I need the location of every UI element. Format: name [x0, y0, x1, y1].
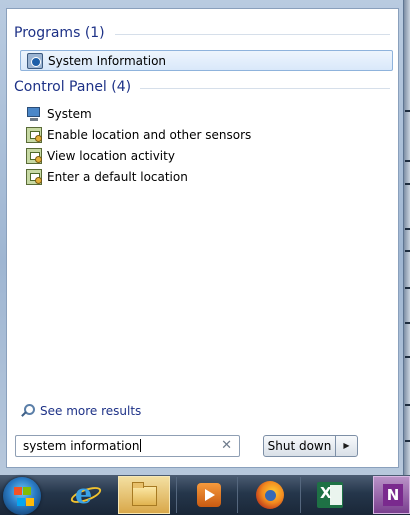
taskbar-separator: [176, 477, 177, 513]
clear-search-icon[interactable]: ✕: [221, 438, 232, 453]
taskbar-separator: [237, 477, 238, 513]
desktop-edge-mark: [405, 322, 410, 324]
excel-icon[interactable]: X: [317, 482, 343, 508]
internet-explorer-icon[interactable]: e: [68, 479, 104, 510]
control-panel-divider: [140, 88, 390, 89]
location-sensors-icon: [26, 126, 42, 143]
location-sensors-icon: [26, 168, 42, 185]
search-input[interactable]: system information ✕: [15, 435, 240, 457]
taskbar: e X N: [0, 475, 410, 515]
see-more-results-link[interactable]: See more results: [20, 404, 141, 418]
desktop-edge-mark: [405, 356, 410, 358]
programs-header[interactable]: Programs (1): [14, 25, 105, 41]
result-system-information[interactable]: System Information: [20, 50, 393, 71]
result-label: System: [47, 106, 92, 121]
desktop-edge-mark: [405, 287, 410, 289]
desktop-edge-mark: [405, 110, 410, 112]
result-system[interactable]: System: [20, 103, 393, 124]
desktop-edge-mark: [405, 183, 410, 185]
result-label: View location activity: [47, 148, 175, 163]
onenote-icon[interactable]: N: [373, 476, 410, 514]
taskbar-separator: [300, 477, 301, 513]
desktop-edge-mark: [405, 160, 410, 162]
see-more-label: See more results: [40, 404, 142, 418]
windows-media-player-icon[interactable]: [197, 483, 221, 507]
firefox-icon[interactable]: [256, 481, 284, 509]
programs-divider: [115, 34, 390, 35]
start-menu: Programs (1) System Information Control …: [0, 0, 404, 475]
desktop-edge-mark: [405, 228, 410, 230]
result-enable-location[interactable]: Enable location and other sensors: [20, 124, 393, 145]
control-panel-header[interactable]: Control Panel (4): [14, 79, 131, 95]
result-label: System Information: [48, 53, 167, 68]
shutdown-options-arrow-icon[interactable]: ▶: [336, 436, 357, 456]
desktop-edge-mark: [405, 404, 410, 406]
result-default-location[interactable]: Enter a default location: [20, 166, 393, 187]
search-results-panel: Programs (1) System Information Control …: [6, 8, 399, 468]
system-icon: [26, 106, 42, 122]
search-value: system information: [23, 439, 142, 453]
shutdown-button-group: Shut down ▶: [263, 435, 358, 457]
shutdown-button[interactable]: Shut down: [264, 436, 335, 456]
system-information-icon: [27, 52, 43, 69]
start-button[interactable]: [3, 477, 41, 515]
desktop-edge-mark: [405, 440, 410, 442]
windows-explorer-icon[interactable]: [118, 476, 170, 514]
result-view-location-activity[interactable]: View location activity: [20, 145, 393, 166]
search-icon: [20, 404, 35, 418]
result-label: Enable location and other sensors: [47, 127, 252, 142]
result-label: Enter a default location: [47, 169, 188, 184]
location-sensors-icon: [26, 147, 42, 164]
desktop-edge-mark: [405, 250, 410, 252]
